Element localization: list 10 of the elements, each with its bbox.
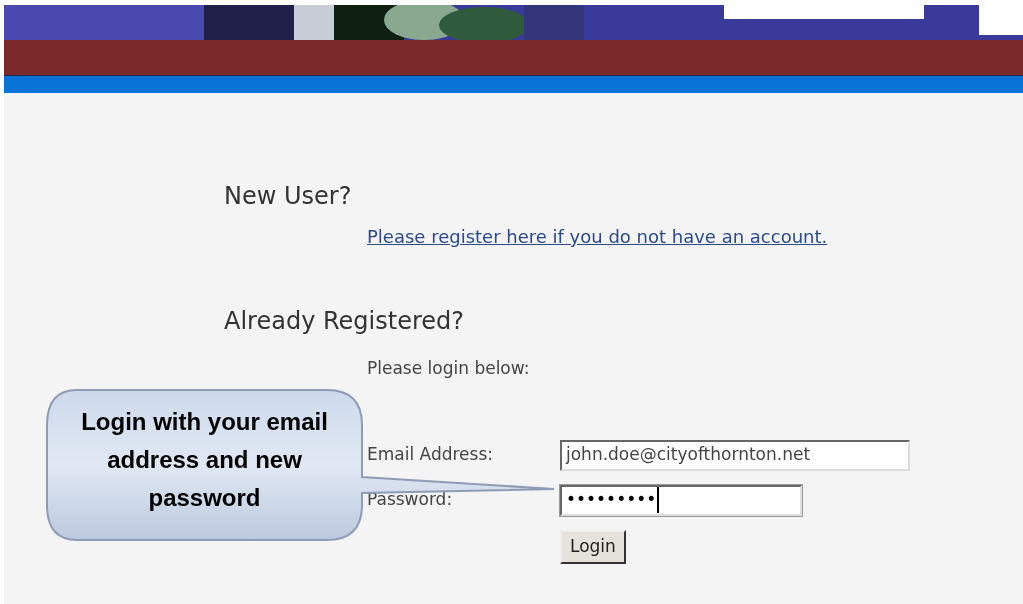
section-heading: New User?: [224, 181, 353, 211]
field-label: Password:: [367, 488, 454, 512]
input-field[interactable]: john.doe@cityofthornton.net: [560, 439, 910, 471]
section-heading: Already Registered?: [224, 306, 465, 336]
instruction-text: Please login below:: [367, 357, 531, 380]
input-field[interactable]: •••••••••: [560, 484, 802, 516]
field-label: Email Address:: [367, 443, 494, 467]
login-button[interactable]: Login: [560, 529, 626, 564]
callout-text: Login with your email address and new password: [80, 407, 329, 513]
register-link[interactable]: Please register here if you do not have an account.: [367, 226, 828, 247]
